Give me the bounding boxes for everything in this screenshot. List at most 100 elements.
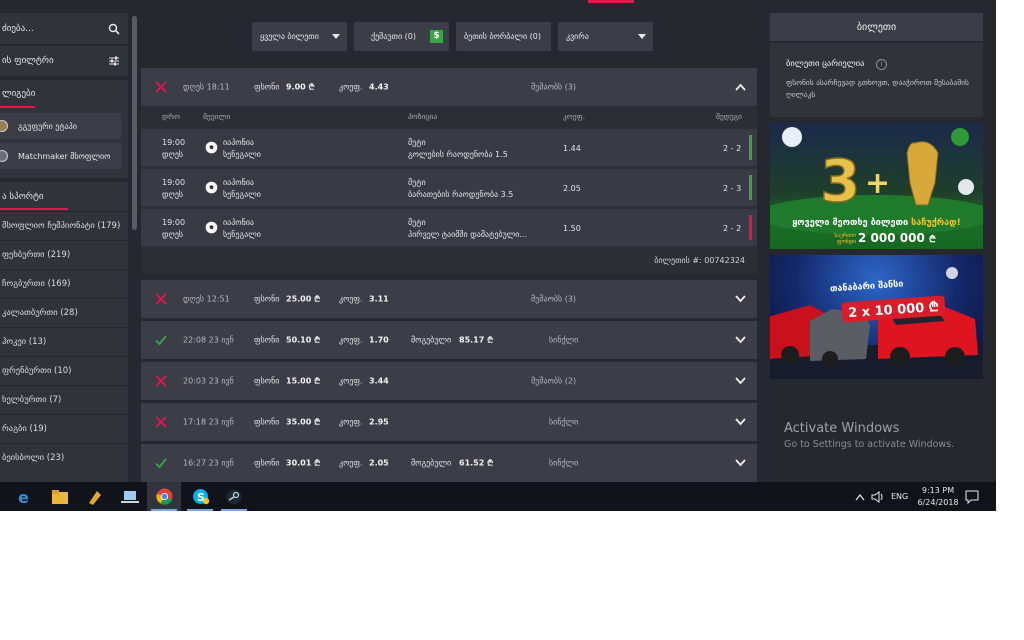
league-icon — [0, 120, 8, 132]
sport-item[interactable]: ფრენბურთი (10) — [0, 356, 128, 385]
chevron-down-icon[interactable] — [735, 459, 746, 467]
sport-item[interactable]: ჩოგბურთი (169) — [0, 269, 128, 298]
edge-icon: e — [18, 489, 29, 505]
ticket-date: 22:08 23 ივნ — [183, 335, 234, 345]
chevron-up-icon[interactable] — [855, 493, 865, 501]
app-laptop[interactable] — [113, 482, 147, 511]
folder-icon — [52, 489, 68, 504]
search-icon[interactable] — [108, 23, 120, 35]
ticket-row[interactable]: 20:03 23 ივნ ფსონი 15.00 ₾ კოეფ. 3.44 მუ… — [141, 362, 757, 400]
bet-score: 2 - 3 — [723, 184, 742, 193]
edge-app[interactable]: e — [8, 482, 42, 511]
won-check-icon — [155, 335, 167, 346]
coef-value: 4.43 — [369, 82, 389, 92]
won-check-icon — [155, 458, 167, 469]
clock-date[interactable]: 6/24/2018 — [914, 498, 962, 507]
coef-value: 2.95 — [369, 417, 389, 427]
betslip-empty-title: ბილეთი ცარიელია — [786, 59, 865, 69]
lose-indicator — [749, 215, 752, 240]
header-coef: კოეფ. — [563, 112, 586, 121]
stake-label: ფსონი — [254, 335, 280, 345]
coef-label: კოეფ. — [339, 294, 363, 304]
ticket-details: დრო მეეილი პოზიცია კოეფ. შედეგი 19:00 დღ… — [141, 106, 757, 274]
win-value: 85.17 ₾ — [459, 335, 494, 345]
sport-item[interactable]: ჰოკეი (13) — [0, 327, 128, 356]
bet-time: 19:00 — [162, 218, 186, 227]
sport-item[interactable]: ფეხბურთი (219) — [0, 240, 128, 269]
sport-label: ბეისბოლი (23) — [2, 453, 65, 463]
sidebar-scrollbar[interactable] — [132, 16, 137, 230]
ticket-row[interactable]: 22:08 23 ივნ ფსონი 50.10 ₾ კოეფ. 1.70 მო… — [141, 321, 757, 359]
chevron-down-icon[interactable] — [735, 336, 746, 344]
system-tray[interactable]: ENG — [855, 482, 908, 511]
ticket-row[interactable]: დღეს 12:51 ფსონი 25.00 ₾ კოეფ. 3.11 მუშა… — [141, 280, 757, 318]
worldcup-promo-banner[interactable]: 3 + ყოველი მეოთხე ბილეთი საჩუქრად! საერთ… — [770, 123, 983, 249]
running-indicator — [151, 509, 177, 511]
file-explorer-app[interactable] — [43, 482, 77, 511]
chevron-up-icon[interactable] — [735, 83, 746, 91]
tool-icon — [89, 490, 101, 505]
coef-value: 1.70 — [369, 335, 389, 345]
clock-time[interactable]: 9:13 PM — [916, 486, 960, 495]
ticket-row[interactable]: 16:27 23 ივნ ფსონი 30.01 ₾ კოეფ. 2.05 მო… — [141, 444, 757, 482]
language-indicator[interactable]: ENG — [891, 492, 908, 501]
chevron-down-icon[interactable] — [735, 377, 746, 385]
sport-item[interactable]: ბეისბოლი (23) — [0, 443, 128, 472]
stake-value: 35.00 ₾ — [286, 417, 321, 427]
running-indicator — [221, 509, 247, 511]
filter-cashout[interactable]: ქეშაუთი (0) $ — [354, 22, 449, 51]
chrome-app[interactable] — [147, 482, 181, 511]
sport-label: ხელბურთი (7) — [2, 395, 62, 405]
betslip-title: ბილეთი — [770, 13, 983, 41]
ticket-row-expanded[interactable]: დღეს 18:11 ფსონი 9.00 ₾ კოეფ. 4.43 მუშაო… — [141, 68, 757, 106]
sport-label: ჩოგბურთი (169) — [2, 279, 71, 289]
info-icon[interactable]: i — [876, 59, 887, 70]
ticket-status: მუშაობს (2) — [531, 376, 577, 386]
filter-week[interactable]: კვირა — [558, 22, 653, 51]
skype-app[interactable]: S — [183, 482, 217, 511]
app-tool[interactable] — [78, 482, 112, 511]
sport-item[interactable]: კალათბურთი (28) — [0, 298, 128, 327]
active-tab-indicator — [588, 0, 634, 3]
bet-day: დღეს — [162, 150, 184, 159]
sidebar-filter[interactable]: ის ფილტრი — [0, 46, 128, 76]
coef-label: კოეფ. — [339, 376, 363, 386]
ticket-date: 20:03 23 ივნ — [183, 376, 234, 386]
ticket-row[interactable]: 17:18 23 ივნ ფსონი 35.00 ₾ კოეფ. 2.95 სი… — [141, 403, 757, 441]
leagues-title: ლიგები — [2, 89, 36, 99]
sport-item[interactable]: მსოფლიო ჩემპიონატი (179) — [0, 211, 128, 240]
stake-value: 30.01 ₾ — [286, 458, 321, 468]
ticket-status: სინქლი — [549, 417, 579, 427]
sidebar-filter-label: ის ფილტრი — [2, 56, 54, 66]
activate-windows-title: Activate Windows — [784, 421, 900, 436]
sidebar-search[interactable]: ძიება... — [0, 13, 128, 44]
bet-team1: იაპონია — [223, 218, 254, 227]
bet-market: მეტი — [408, 178, 426, 187]
chevron-down-icon[interactable] — [735, 295, 746, 303]
bet-team2: სენეგალი — [223, 190, 261, 199]
action-center[interactable] — [965, 482, 979, 511]
steam-app[interactable] — [217, 482, 251, 511]
speaker-icon[interactable] — [871, 490, 885, 503]
lost-x-icon — [155, 416, 167, 428]
jackpot-value: 2 000 000 — [858, 231, 925, 245]
league-item[interactable]: Matchmaker მსოფლიო — [0, 143, 121, 169]
jackpot-amount: 2 000 000 ₾ — [858, 231, 936, 245]
car-promo-banner[interactable]: თანაბარი შანსი 2 x 10 000 ₾ — [770, 255, 983, 379]
running-indicator — [187, 509, 213, 511]
bet-score: 2 - 2 — [723, 224, 742, 233]
filter-all-tickets[interactable]: ყველა ბილეთი — [252, 22, 347, 51]
lost-x-icon — [155, 375, 167, 387]
league-item[interactable]: გგუფური ეტაპი — [0, 113, 121, 139]
sport-item[interactable]: ხელბურთი (7) — [0, 385, 128, 414]
bet-team2: სენეგალი — [223, 150, 261, 159]
league-label: Matchmaker მსოფლიო — [18, 151, 111, 161]
sliders-icon[interactable] — [108, 55, 120, 67]
stake-label: ფსონი — [254, 417, 280, 427]
filter-ticket-borrow[interactable]: ბეთის ბორბალი (0) — [456, 22, 551, 51]
notification-icon — [965, 490, 979, 504]
chevron-down-icon[interactable] — [735, 418, 746, 426]
bet-coef: 1.50 — [563, 224, 581, 233]
bet-score: 2 - 2 — [723, 144, 742, 153]
sport-item[interactable]: რაგბი (19) — [0, 414, 128, 443]
